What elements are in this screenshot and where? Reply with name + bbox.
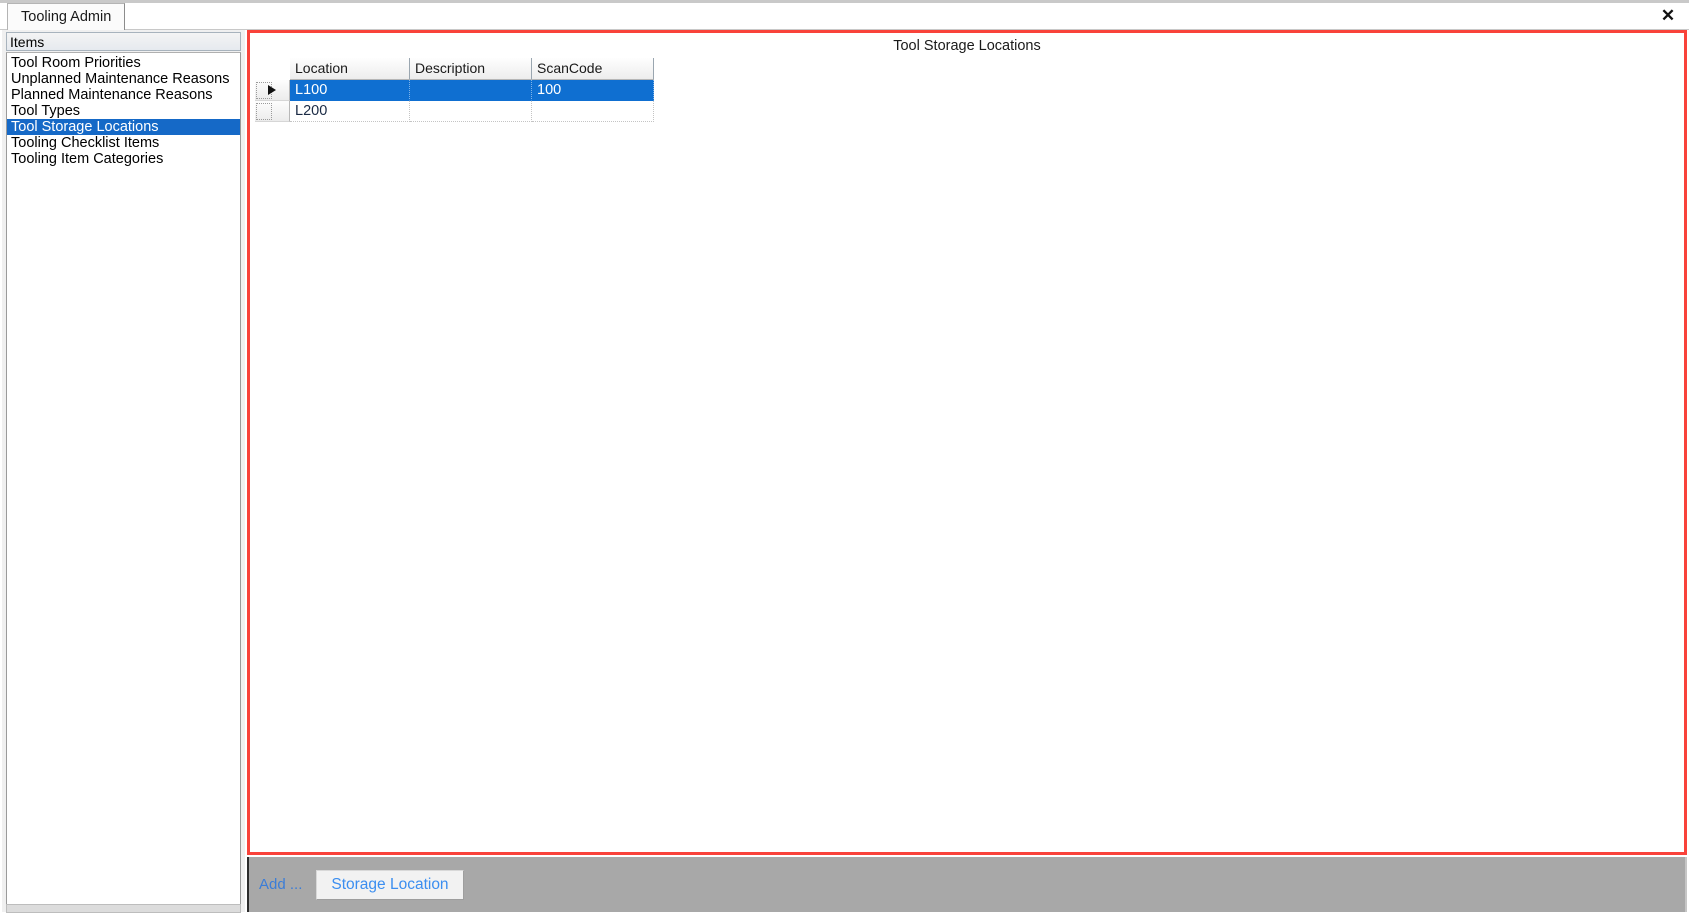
sidebar-item-label: Tool Types — [11, 103, 81, 119]
close-icon[interactable]: ✕ — [1655, 2, 1681, 28]
sidebar-item-label: Tool Storage Locations — [11, 119, 159, 135]
sidebar-item-tooling-checklist-items[interactable]: Tooling Checklist Items — [7, 135, 240, 151]
sidebar-item-tool-storage-locations[interactable]: Tool Storage Locations — [7, 119, 240, 135]
row-focus-dots-icon — [256, 103, 272, 120]
sidebar-header: Items — [6, 32, 241, 51]
sidebar-item-label: Planned Maintenance Reasons — [11, 87, 213, 103]
grid-row-header[interactable] — [255, 80, 290, 101]
grid-header-corner — [255, 58, 290, 80]
page-title: Tool Storage Locations — [893, 38, 1041, 54]
table-row[interactable]: L100 100 — [255, 80, 665, 101]
main-panel: Tool Storage Locations Location Descript… — [247, 30, 1687, 855]
action-bar-right-edge — [1685, 857, 1687, 912]
grid-cell-scancode[interactable]: 100 — [532, 80, 654, 101]
tab-tooling-admin[interactable]: Tooling Admin — [7, 3, 126, 30]
data-grid[interactable]: Location Description ScanCode L100 100 L… — [255, 58, 665, 122]
sidebar-item-label: Tooling Checklist Items — [11, 135, 160, 151]
sidebar-item-tool-room-priorities[interactable]: Tool Room Priorities — [7, 55, 240, 71]
grid-cell-location[interactable]: L200 — [290, 101, 410, 122]
grid-header-row: Location Description ScanCode — [255, 58, 665, 80]
add-label[interactable]: Add ... — [259, 876, 302, 893]
sidebar-item-label: Tool Room Priorities — [11, 55, 141, 71]
grid-cell-location[interactable]: L100 — [290, 80, 410, 101]
grid-cell-description[interactable] — [410, 101, 532, 122]
sidebar-item-list[interactable]: Tool Room Priorities Unplanned Maintenan… — [6, 52, 241, 907]
grid-column-header-description[interactable]: Description — [410, 58, 532, 80]
close-glyph: ✕ — [1660, 5, 1676, 25]
sidebar-header-label: Items — [10, 33, 45, 50]
grid-column-header-scancode[interactable]: ScanCode — [532, 58, 654, 80]
action-bar: Add ... Storage Location — [247, 857, 1687, 912]
sidebar-item-label: Unplanned Maintenance Reasons — [11, 71, 230, 87]
tab-strip: Tooling Admin ✕ — [0, 0, 1689, 30]
sidebar-item-planned-maintenance-reasons[interactable]: Planned Maintenance Reasons — [7, 87, 240, 103]
sidebar: Items Tool Room Priorities Unplanned Mai… — [2, 30, 245, 913]
sidebar-item-unplanned-maintenance-reasons[interactable]: Unplanned Maintenance Reasons — [7, 71, 240, 87]
sidebar-item-label: Tooling Item Categories — [11, 151, 164, 167]
grid-row-header[interactable] — [255, 101, 290, 122]
add-storage-location-button[interactable]: Storage Location — [316, 869, 464, 900]
grid-cell-description[interactable] — [410, 80, 532, 101]
grid-column-header-location[interactable]: Location — [290, 58, 410, 80]
table-row[interactable]: L200 — [255, 101, 665, 122]
grid-cell-scancode[interactable] — [532, 101, 654, 122]
sidebar-bottom-strip — [6, 904, 241, 913]
tab-label: Tooling Admin — [21, 9, 112, 25]
sidebar-item-tool-types[interactable]: Tool Types — [7, 103, 240, 119]
tab-strip-top-divider — [0, 0, 1689, 3]
sidebar-item-tooling-item-categories[interactable]: Tooling Item Categories — [7, 151, 240, 167]
current-row-arrow-icon — [268, 85, 276, 95]
